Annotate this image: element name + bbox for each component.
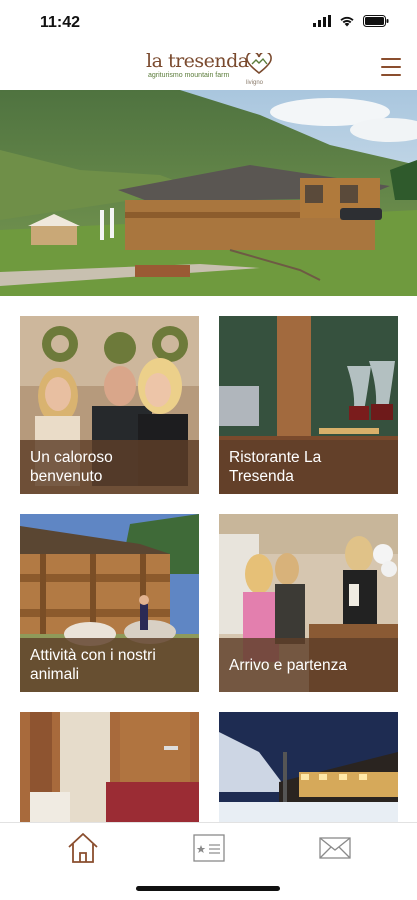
tile-caption: Un caloroso benvenuto [20, 440, 199, 494]
battery-icon [363, 15, 389, 27]
hamburger-menu-icon[interactable] [381, 58, 401, 76]
status-icons [313, 15, 389, 27]
brand-tagline: agriturismo mountain farm [148, 72, 230, 79]
brand-name: la tresenda [146, 50, 249, 72]
home-indicator[interactable] [136, 886, 280, 891]
app-header: la tresenda agriturismo mountain farm li… [0, 46, 417, 90]
mail-icon [319, 837, 351, 859]
tile-label: Ristorante La Tresenda [229, 449, 322, 485]
brand-logo[interactable]: la tresenda agriturismo mountain farm li… [146, 50, 276, 88]
tab-home[interactable] [65, 831, 101, 865]
status-bar: 11:42 [0, 0, 417, 46]
tile-winter[interactable] [219, 712, 398, 822]
tile-arrival-departure[interactable]: Arrivo e partenza [219, 514, 398, 692]
home-icon [68, 833, 98, 863]
tile-caption: Attività con i nostri animali [20, 638, 199, 692]
status-time: 11:42 [40, 14, 81, 31]
signal-icon [313, 15, 331, 27]
tile-label: Attività con i nostri animali [30, 647, 156, 683]
hero-image [0, 90, 417, 296]
heart-logo-icon [246, 53, 272, 75]
tile-restaurant[interactable]: Ristorante La Tresenda [219, 316, 398, 494]
tile-rooms[interactable] [20, 712, 199, 822]
tile-label: Arrivo e partenza [229, 656, 348, 674]
tab-contact[interactable] [317, 831, 353, 865]
review-card-icon [193, 834, 225, 862]
brand-place: livigno [246, 80, 264, 86]
tile-caption: Arrivo e partenza [219, 638, 398, 692]
tile-caption: Ristorante La Tresenda [219, 440, 398, 494]
tile-welcome[interactable]: Un caloroso benvenuto [20, 316, 199, 494]
tile-animals[interactable]: Attività con i nostri animali [20, 514, 199, 692]
tab-reviews[interactable] [191, 831, 227, 865]
wifi-icon [340, 16, 354, 27]
tile-label: Un caloroso benvenuto [30, 449, 113, 485]
